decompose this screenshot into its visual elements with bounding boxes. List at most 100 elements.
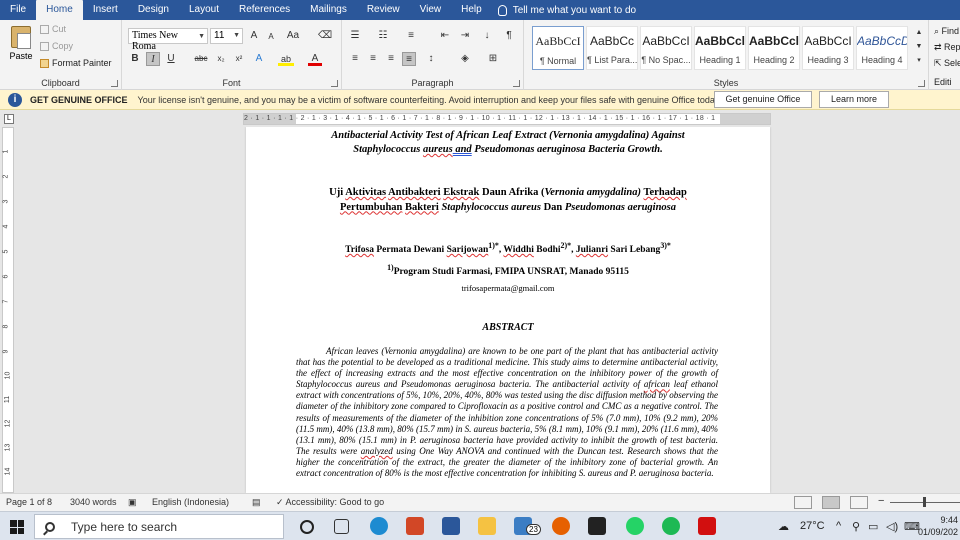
sort-icon[interactable]: ↓ bbox=[480, 29, 494, 43]
vertical-ruler[interactable]: 1 2 3 4 5 6 7 8 9 10 11 12 13 14 bbox=[2, 127, 14, 493]
underline-button[interactable]: U bbox=[164, 52, 178, 66]
styles-scroll-up-icon[interactable]: ▲ bbox=[912, 26, 926, 40]
decrease-indent-icon[interactable]: ⇤ bbox=[438, 29, 452, 43]
menu-insert[interactable]: Insert bbox=[83, 0, 128, 20]
learn-more-button[interactable]: Learn more bbox=[819, 91, 889, 108]
network-icon[interactable]: ⚲ bbox=[852, 520, 860, 533]
menu-file[interactable]: File bbox=[0, 0, 36, 20]
styles-scroll-down-icon[interactable]: ▼ bbox=[912, 40, 926, 54]
font-name-box[interactable]: Times New Roma ▼ bbox=[128, 28, 208, 52]
shading-icon[interactable]: ◈ bbox=[458, 52, 472, 66]
grow-font-button[interactable]: A bbox=[247, 29, 261, 43]
text-effects-button[interactable]: A bbox=[252, 52, 266, 66]
style-normal[interactable]: AaBbCcI ¶ Normal bbox=[532, 26, 584, 70]
style-heading-4[interactable]: AaBbCcD Heading 4 bbox=[856, 26, 908, 70]
show-formatting-icon[interactable]: ¶ bbox=[502, 29, 516, 43]
menu-help[interactable]: Help bbox=[451, 0, 492, 20]
zoom-out-icon[interactable]: − bbox=[878, 495, 884, 507]
temperature-label[interactable]: 27°C bbox=[800, 520, 825, 532]
superscript-button[interactable]: x² bbox=[232, 52, 246, 66]
battery-icon[interactable]: ▭ bbox=[868, 520, 878, 533]
menu-view[interactable]: View bbox=[410, 0, 452, 20]
paragraph-launcher-icon[interactable] bbox=[513, 80, 520, 87]
shrink-font-button[interactable]: A bbox=[264, 30, 278, 44]
get-genuine-office-button[interactable]: Get genuine Office bbox=[714, 91, 812, 108]
word-count[interactable]: 3040 words bbox=[70, 497, 117, 507]
italic-button[interactable]: I bbox=[146, 52, 160, 66]
change-case-button[interactable]: Aa bbox=[284, 29, 302, 43]
file-explorer-icon[interactable] bbox=[478, 517, 496, 535]
menu-layout[interactable]: Layout bbox=[179, 0, 229, 20]
windows-start-icon[interactable] bbox=[10, 520, 24, 534]
horizontal-ruler[interactable]: 2 · 1 · 1 · 1 · 1 · 2 · 1 · 3 · 1 · 4 · … bbox=[243, 113, 771, 125]
edge-browser-icon[interactable] bbox=[370, 517, 388, 535]
firefox-icon[interactable] bbox=[552, 517, 570, 535]
justify-icon[interactable]: ≡ bbox=[402, 52, 416, 66]
clipboard-launcher-icon[interactable] bbox=[111, 80, 118, 87]
replace-button[interactable]: ⇄ Rep bbox=[934, 42, 960, 53]
task-view-circle-icon[interactable] bbox=[300, 520, 314, 534]
acrobat-icon[interactable] bbox=[698, 517, 716, 535]
menu-home[interactable]: Home bbox=[36, 0, 83, 20]
styles-more-icon[interactable]: ▾ bbox=[912, 54, 926, 68]
page-count[interactable]: Page 1 of 8 bbox=[6, 497, 52, 507]
menu-mailings[interactable]: Mailings bbox=[300, 0, 357, 20]
paste-button[interactable]: Paste bbox=[6, 24, 36, 70]
whatsapp-icon[interactable] bbox=[626, 517, 644, 535]
proofing-icon[interactable]: ▣ bbox=[128, 497, 137, 508]
document-page[interactable]: Antibacterial Activity Test of African L… bbox=[246, 127, 770, 493]
taskbar-search-box[interactable]: Type here to search bbox=[34, 514, 284, 539]
web-layout-icon[interactable] bbox=[850, 496, 868, 509]
task-view-icon[interactable] bbox=[334, 519, 349, 534]
strikethrough-button[interactable]: abc bbox=[192, 52, 210, 66]
tab-selector[interactable]: L bbox=[4, 114, 14, 124]
bold-button[interactable]: B bbox=[128, 52, 142, 66]
amazon-icon[interactable] bbox=[588, 517, 606, 535]
language-indicator[interactable]: English (Indonesia) bbox=[152, 497, 229, 507]
font-launcher-icon[interactable] bbox=[331, 80, 338, 87]
document-area[interactable]: Antibacterial Activity Test of African L… bbox=[16, 127, 960, 493]
style-heading-3[interactable]: AaBbCcI Heading 3 bbox=[802, 26, 854, 70]
align-center-icon[interactable]: ≡ bbox=[366, 52, 380, 66]
accessibility-status[interactable]: ✓ Accessibility: Good to go bbox=[276, 497, 384, 508]
borders-icon[interactable]: ⊞ bbox=[486, 52, 500, 66]
tell-me-text: Tell me what you want to do bbox=[512, 4, 637, 16]
print-layout-icon[interactable] bbox=[822, 496, 840, 509]
line-spacing-icon[interactable]: ↕ bbox=[424, 52, 438, 66]
style-no-spacing[interactable]: AaBbCcI ¶ No Spac... bbox=[640, 26, 692, 70]
style-heading-1[interactable]: AaBbCcl Heading 1 bbox=[694, 26, 746, 70]
menu-references[interactable]: References bbox=[229, 0, 300, 20]
powerpoint-icon[interactable] bbox=[406, 517, 424, 535]
subscript-button[interactable]: x₂ bbox=[214, 52, 228, 66]
focus-icon[interactable]: ▤ bbox=[252, 497, 261, 508]
chevron-up-icon[interactable]: ^ bbox=[836, 520, 841, 532]
zoom-slider-thumb[interactable] bbox=[923, 497, 926, 507]
clear-formatting-icon[interactable]: ⌫ bbox=[318, 29, 332, 43]
word-icon[interactable] bbox=[442, 517, 460, 535]
increase-indent-icon[interactable]: ⇥ bbox=[458, 29, 472, 43]
style-list-paragraph[interactable]: AaBbCc ¶ List Para... bbox=[586, 26, 638, 70]
system-clock[interactable]: 9:44 01/09/202 bbox=[918, 514, 958, 538]
cut-button[interactable]: Cut bbox=[40, 24, 66, 34]
find-button[interactable]: ⌕ Find bbox=[934, 26, 959, 37]
numbering-icon[interactable]: ☷ bbox=[376, 29, 390, 43]
highlight-button[interactable]: ab bbox=[278, 52, 294, 66]
font-size-box[interactable]: 11 ▼ bbox=[210, 28, 243, 44]
menu-review[interactable]: Review bbox=[357, 0, 410, 20]
align-right-icon[interactable]: ≡ bbox=[384, 52, 398, 66]
tell-me-box[interactable]: Tell me what you want to do bbox=[497, 4, 637, 16]
align-left-icon[interactable]: ≡ bbox=[348, 52, 362, 66]
spotify-icon[interactable] bbox=[662, 517, 680, 535]
format-painter-button[interactable]: Format Painter bbox=[40, 58, 112, 68]
menu-design[interactable]: Design bbox=[128, 0, 179, 20]
weather-icon[interactable]: ☁ bbox=[778, 520, 789, 533]
styles-launcher-icon[interactable] bbox=[918, 80, 925, 87]
volume-icon[interactable]: ◁) bbox=[886, 520, 898, 533]
read-mode-icon[interactable] bbox=[794, 496, 812, 509]
bullets-icon[interactable]: ☰ bbox=[348, 29, 362, 43]
copy-button[interactable]: Copy bbox=[40, 41, 73, 51]
font-color-button[interactable]: A bbox=[308, 52, 322, 66]
select-button[interactable]: ⇱ Sele bbox=[934, 58, 960, 69]
style-heading-2[interactable]: AaBbCcl Heading 2 bbox=[748, 26, 800, 70]
multilevel-list-icon[interactable]: ≡ bbox=[404, 29, 418, 43]
